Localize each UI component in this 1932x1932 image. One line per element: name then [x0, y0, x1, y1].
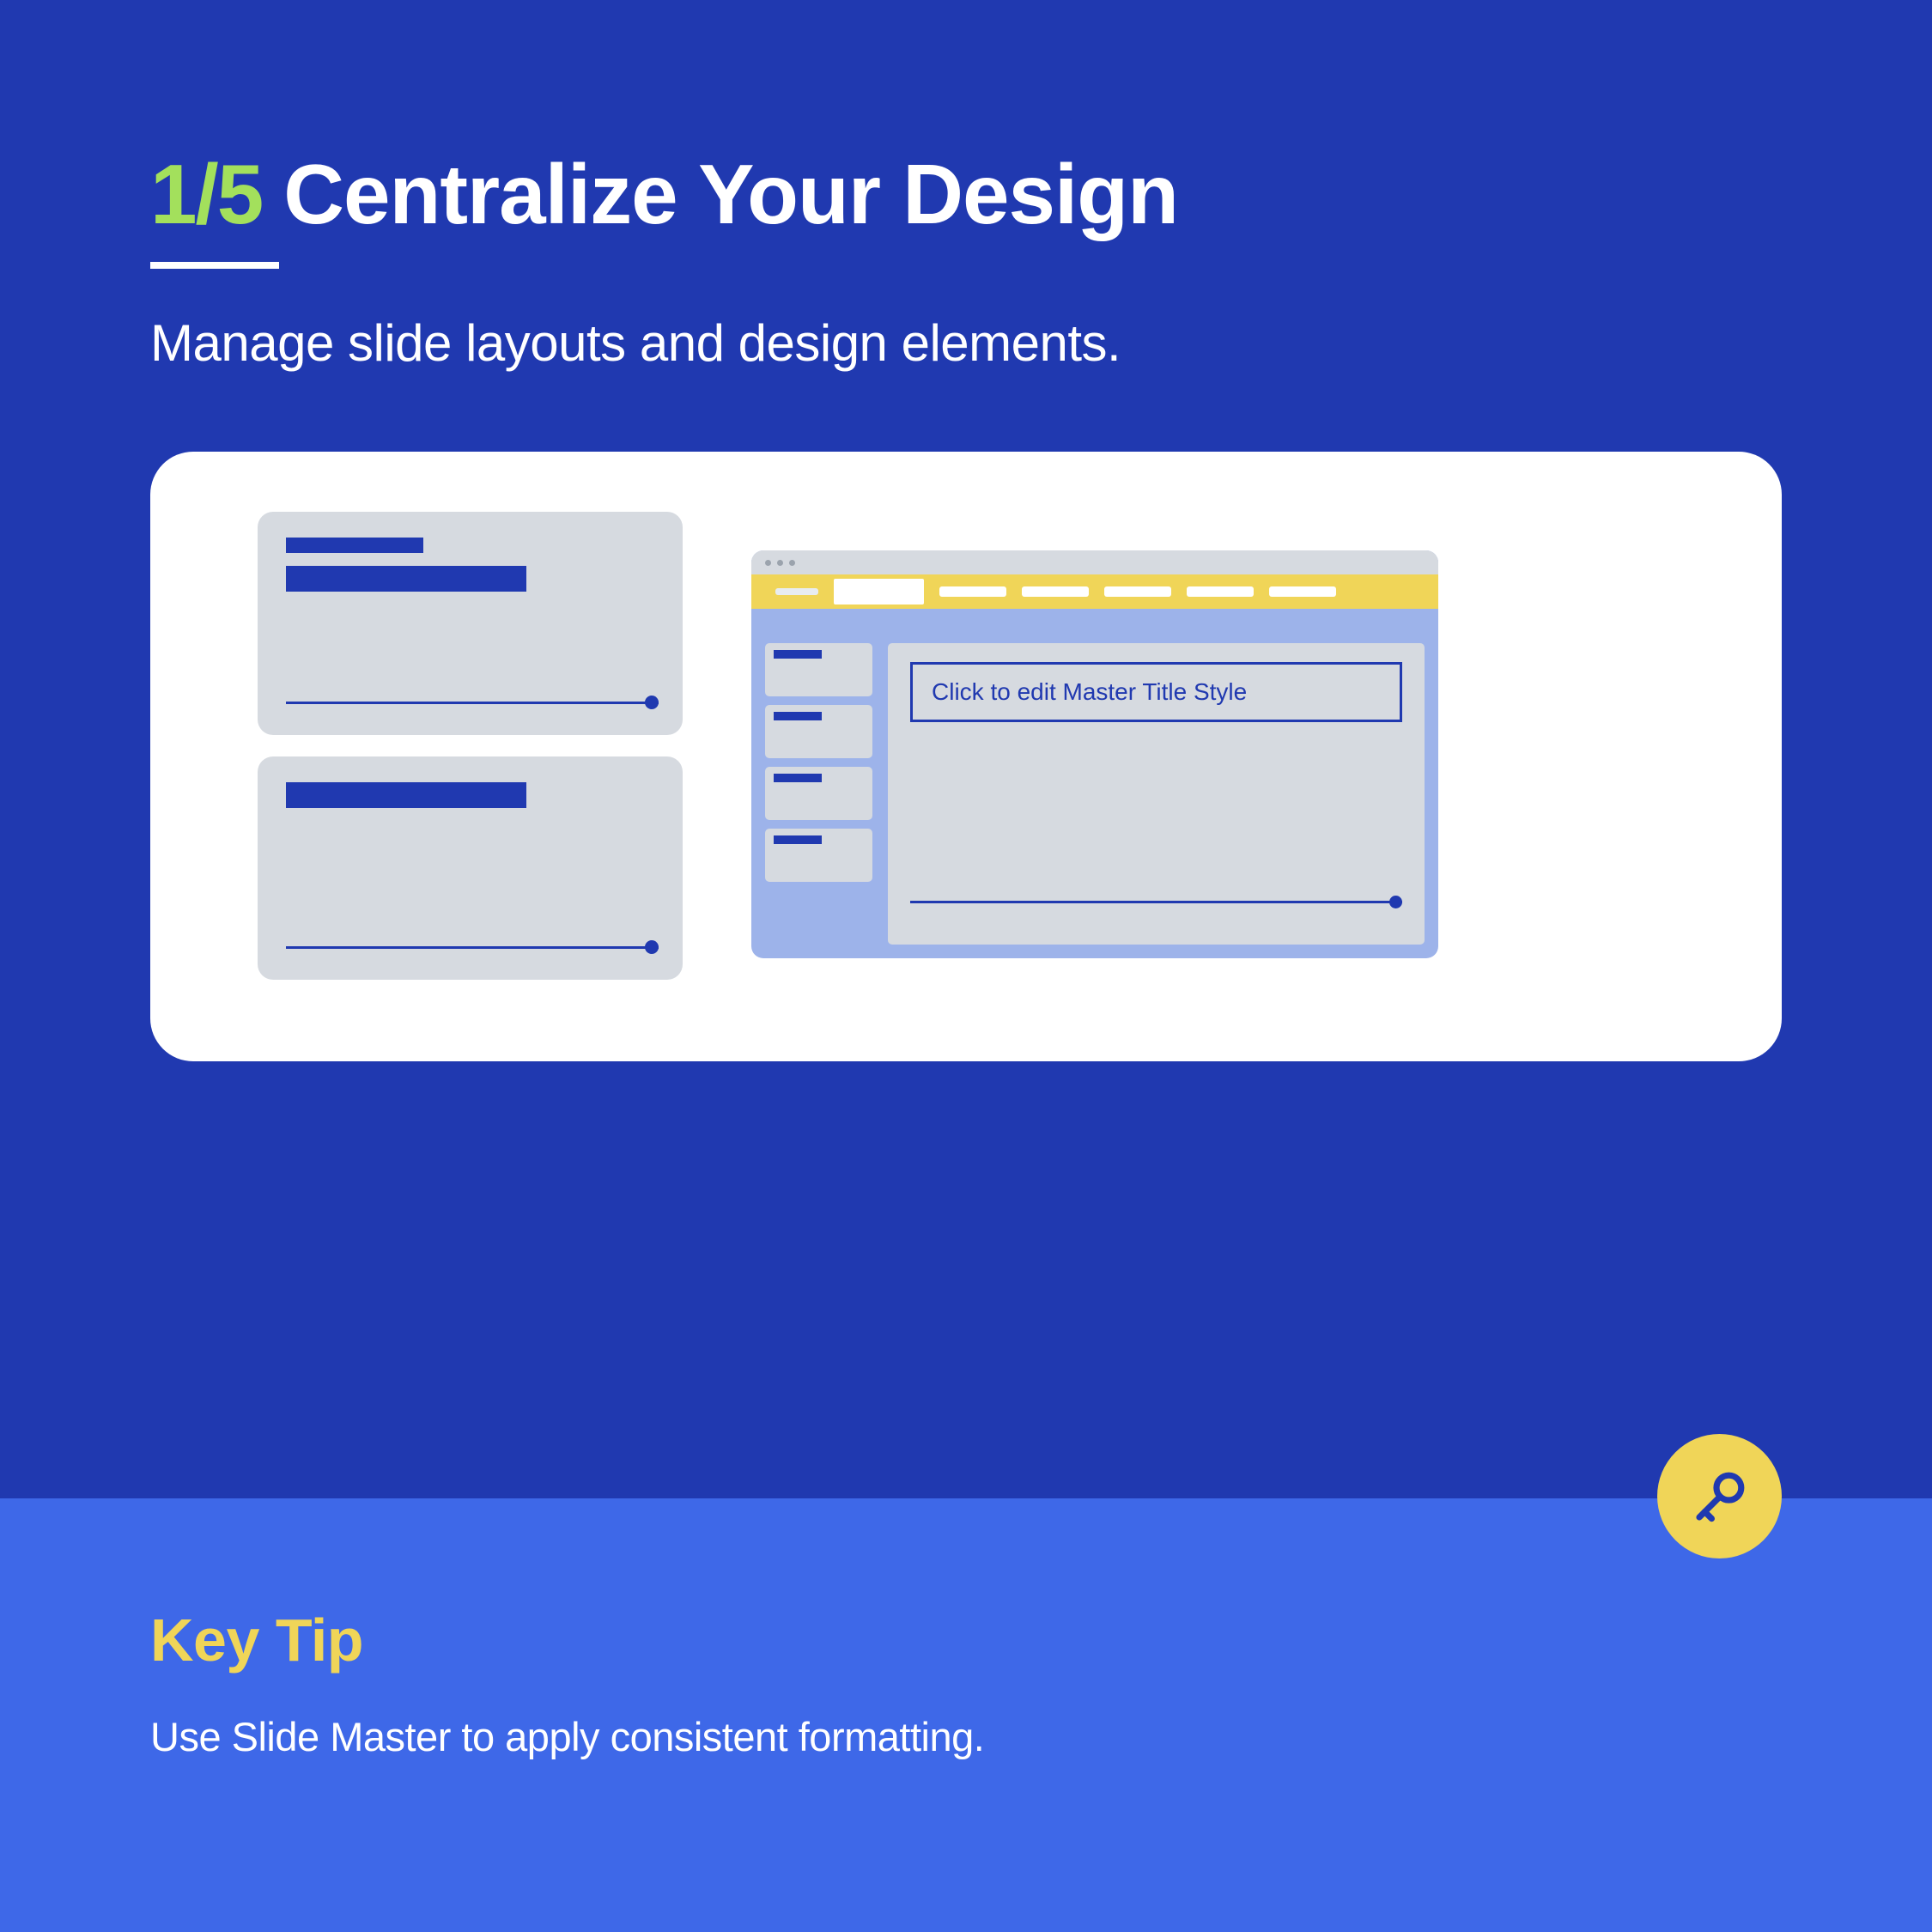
app-window-mockup: Click to edit Master Title Style [751, 550, 1438, 958]
placeholder-bar [774, 650, 822, 659]
ribbon-tab [939, 586, 1006, 597]
dot-icon [645, 696, 659, 709]
main-title: Centralize Your Design [283, 146, 1178, 243]
top-section: 1/5 Centralize Your Design Manage slide … [0, 0, 1932, 1498]
placeholder-bar [286, 538, 423, 553]
placeholder-bar [774, 835, 822, 844]
ribbon-tab [1187, 586, 1254, 597]
illustration-card: Click to edit Master Title Style [150, 452, 1782, 1061]
placeholder-bar [774, 712, 822, 720]
slide-thumbnail-2 [258, 756, 683, 980]
window-toolbar [751, 609, 1438, 636]
key-icon-badge [1657, 1434, 1782, 1558]
sidebar-thumbnail [765, 643, 872, 696]
page-container: 1/5 Centralize Your Design Manage slide … [0, 0, 1932, 1932]
title-underline [150, 262, 279, 269]
ribbon-tab [775, 588, 818, 595]
title-row: 1/5 Centralize Your Design [150, 146, 1782, 243]
tip-text: Use Slide Master to apply consistent for… [150, 1713, 1782, 1760]
traffic-light-dot [789, 560, 795, 566]
window-titlebar [751, 550, 1438, 574]
step-number: 1/5 [150, 146, 262, 243]
dot-icon [1389, 896, 1402, 908]
key-icon [1686, 1462, 1754, 1531]
placeholder-bar [286, 566, 526, 592]
sidebar-thumbnail [765, 829, 872, 882]
traffic-light-dot [777, 560, 783, 566]
slide-thumbnail-1 [258, 512, 683, 735]
placeholder-bar [286, 782, 526, 808]
window-ribbon [751, 574, 1438, 609]
sidebar-thumbnail [765, 705, 872, 758]
divider-line [286, 702, 659, 704]
divider-line [910, 901, 1402, 903]
tip-title: Key Tip [150, 1606, 1782, 1674]
traffic-light-dot [765, 560, 771, 566]
dot-icon [645, 940, 659, 954]
tip-section: Key Tip Use Slide Master to apply consis… [0, 1498, 1932, 1932]
master-title-placeholder: Click to edit Master Title Style [910, 662, 1402, 722]
subtitle: Manage slide layouts and design elements… [150, 313, 1782, 373]
ribbon-tab [1104, 586, 1171, 597]
ribbon-tab [1022, 586, 1089, 597]
divider-line [286, 946, 659, 949]
placeholder-bar [774, 774, 822, 782]
ribbon-tab-active [834, 579, 924, 605]
slide-canvas: Click to edit Master Title Style [888, 643, 1425, 945]
window-sidebar [765, 643, 872, 945]
sidebar-thumbnail [765, 767, 872, 820]
slide-thumbnails-column [258, 512, 683, 980]
ribbon-tab [1269, 586, 1336, 597]
window-body: Click to edit Master Title Style [751, 636, 1438, 958]
